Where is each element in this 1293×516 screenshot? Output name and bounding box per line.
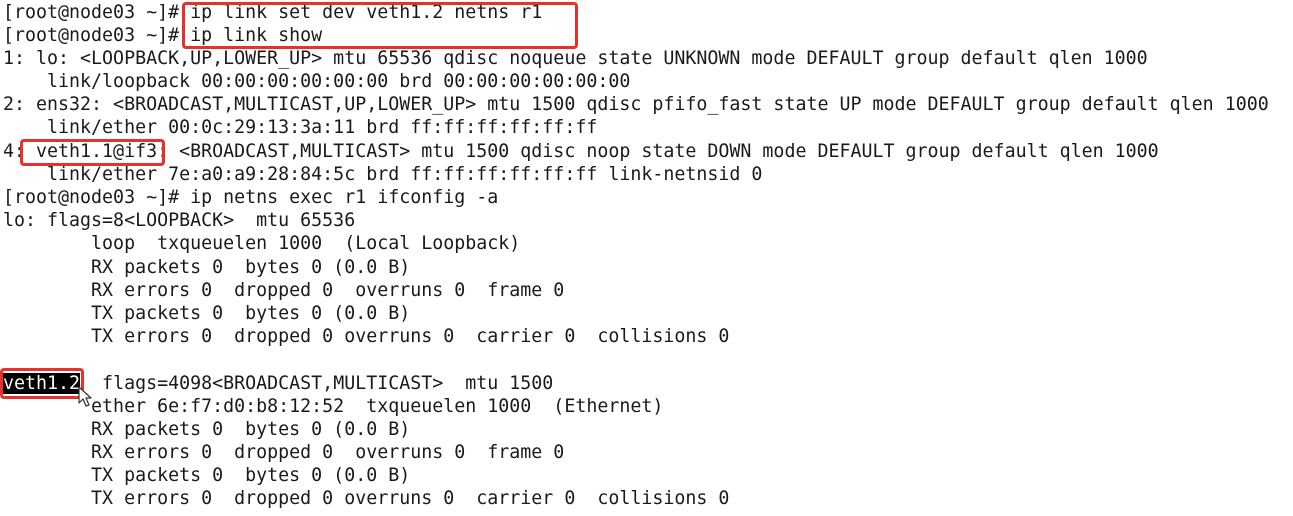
terminal-line: link/ether 7e:a0:a9:28:84:5c brd ff:ff:f… xyxy=(3,164,763,185)
terminal-line: loop txqueuelen 1000 (Local Loopback) xyxy=(3,233,521,254)
terminal-line-rest: flags=4098<BROADCAST,MULTICAST> mtu 1500 xyxy=(80,373,554,394)
terminal-line: link/loopback 00:00:00:00:00:00 brd 00:0… xyxy=(3,71,631,92)
terminal-line: link/ether 00:0c:29:13:3a:11 brd ff:ff:f… xyxy=(3,117,598,138)
terminal-line: [root@node03 ~]# ip link show xyxy=(3,25,323,46)
terminal-window[interactable]: [root@node03 ~]# ip link set dev veth1.2… xyxy=(0,0,1293,516)
mouse-pointer-icon xyxy=(78,386,92,407)
selected-text: veth1.2 xyxy=(3,373,81,394)
terminal-line: RX packets 0 bytes 0 (0.0 B) xyxy=(3,419,411,440)
terminal-line: 1: lo: <LOOPBACK,UP,LOWER_UP> mtu 65536 … xyxy=(3,48,1148,69)
terminal-line: ether 6e:f7:d0:b8:12:52 txqueuelen 1000 … xyxy=(3,396,664,417)
terminal-line: RX errors 0 dropped 0 overruns 0 frame 0 xyxy=(3,442,565,463)
terminal-line: 4: veth1.1@if3: <BROADCAST,MULTICAST> mt… xyxy=(3,141,1159,162)
terminal-line: TX packets 0 bytes 0 (0.0 B) xyxy=(3,465,411,486)
terminal-line: 2: ens32: <BROADCAST,MULTICAST,UP,LOWER_… xyxy=(3,94,1269,115)
terminal-line: TX errors 0 dropped 0 overruns 0 carrier… xyxy=(3,488,730,509)
terminal-line: RX errors 0 dropped 0 overruns 0 frame 0 xyxy=(3,280,565,301)
terminal-line: [root@node03 ~]# ip netns exec r1 ifconf… xyxy=(3,187,499,208)
terminal-line: TX errors 0 dropped 0 overruns 0 carrier… xyxy=(3,326,730,347)
terminal-line: RX packets 0 bytes 0 (0.0 B) xyxy=(3,257,411,278)
terminal-line: TX packets 0 bytes 0 (0.0 B) xyxy=(3,303,411,324)
terminal-line: [root@node03 ~]# ip link set dev veth1.2… xyxy=(3,2,543,23)
terminal-line: lo: flags=8<LOOPBACK> mtu 65536 xyxy=(3,210,356,231)
